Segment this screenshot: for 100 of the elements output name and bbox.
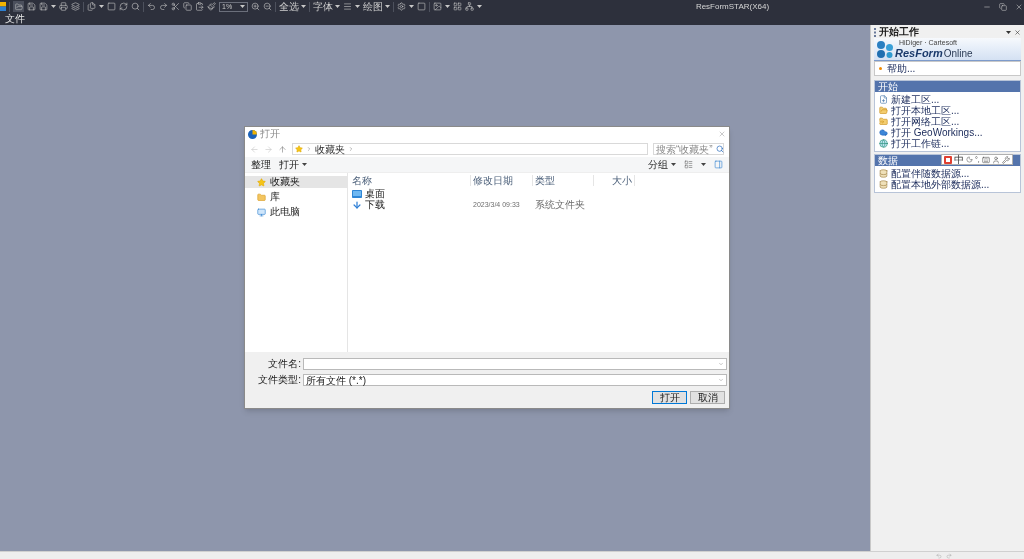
file-type-combo[interactable]: 所有文件 (*.*) (303, 374, 727, 386)
app-icon (248, 129, 257, 139)
panel-link[interactable]: 打开 GeoWorkings... (891, 127, 983, 138)
caret-icon[interactable] (301, 5, 306, 8)
folder-icon (14, 2, 23, 11)
undo-icon[interactable] (147, 2, 156, 11)
caret-icon[interactable] (355, 5, 360, 8)
caret-icon[interactable] (671, 163, 676, 166)
user-icon[interactable] (991, 155, 1000, 164)
caret-icon[interactable] (477, 5, 482, 8)
menu-item[interactable]: 文件 (0, 13, 30, 25)
wrench-icon[interactable] (1001, 155, 1010, 164)
zoom-in-icon[interactable] (251, 2, 260, 11)
ime-logo-icon[interactable] (944, 155, 952, 164)
caret-icon[interactable] (445, 5, 450, 8)
brand-suffix: Online (943, 47, 973, 60)
hierarchy-icon[interactable] (465, 2, 474, 11)
bullet-icon (879, 67, 882, 70)
preview-pane-icon[interactable] (714, 160, 723, 169)
caret-icon[interactable] (335, 5, 340, 8)
frame-icon[interactable] (107, 2, 116, 11)
close-icon[interactable] (1015, 2, 1023, 11)
gear-icon[interactable] (397, 2, 406, 11)
column-header[interactable]: 大小 (612, 175, 632, 186)
search-field[interactable]: 搜索“收藏夹” (653, 143, 724, 155)
caret-icon[interactable] (1006, 30, 1011, 34)
save-icon[interactable] (27, 2, 36, 11)
paste-icon[interactable] (195, 2, 204, 11)
command-button[interactable]: 打开 (279, 158, 307, 171)
help-link[interactable]: 帮助... (887, 62, 916, 75)
database-icon (879, 180, 888, 189)
column-header[interactable]: 类型 (535, 175, 555, 186)
frame-icon[interactable] (417, 2, 426, 11)
command-button[interactable]: 分组 (648, 158, 676, 171)
search-icon[interactable] (131, 2, 140, 11)
caret-icon[interactable] (302, 163, 307, 166)
nav-item[interactable]: 收藏夹 (245, 176, 347, 188)
copy-icon[interactable] (183, 2, 192, 11)
brush-icon[interactable] (207, 2, 216, 11)
font-menu[interactable]: 字体 (313, 0, 340, 13)
nav-label: 库 (270, 191, 280, 203)
printer-icon[interactable] (59, 2, 68, 11)
layers-icon[interactable] (71, 2, 80, 11)
cut-icon[interactable] (171, 2, 180, 11)
restore-icon[interactable] (999, 2, 1007, 11)
command-button[interactable]: 整理 (251, 158, 271, 171)
panel-link[interactable]: 新建工区... (891, 94, 940, 105)
panel-link[interactable]: 配置本地外部数据源... (891, 179, 990, 190)
file-name[interactable]: 桌面 (365, 188, 385, 199)
redo-icon[interactable] (159, 2, 168, 11)
panel-title: 开始工作 (879, 26, 919, 38)
column-header[interactable]: 名称 (352, 175, 372, 186)
caret-icon[interactable] (701, 163, 706, 166)
caret-icon[interactable] (51, 5, 56, 8)
nav-label: 收藏夹 (270, 176, 300, 188)
file-name-label: 文件名: (267, 358, 302, 370)
up-arrow-icon[interactable] (278, 144, 287, 154)
refresh-icon[interactable] (119, 2, 128, 11)
chevron-icon (306, 146, 312, 152)
new-file-icon (879, 95, 888, 104)
file-name[interactable]: 下载 (365, 199, 385, 210)
file-type: 系统文件夹 (535, 199, 585, 210)
molecule-logo-icon (877, 40, 893, 58)
open-button[interactable] (13, 1, 24, 12)
breadcrumb-item[interactable]: 收藏夹 (315, 143, 345, 155)
caret-icon[interactable] (99, 5, 104, 8)
moon-icon[interactable] (966, 156, 973, 163)
address-bar[interactable]: 收藏夹 (292, 143, 648, 155)
caret-icon[interactable] (385, 5, 390, 8)
globe-icon (879, 139, 888, 148)
draw-menu[interactable]: 绘图 (363, 0, 390, 13)
caret-icon[interactable] (409, 5, 414, 8)
window-title: ResFormSTAR(X64) (695, 1, 770, 12)
select-menu[interactable]: 全选 (279, 0, 306, 13)
caret-icon[interactable] (240, 5, 245, 8)
nav-label: 此电脑 (270, 206, 300, 218)
file-type-label: 文件类型: (257, 374, 302, 386)
search-icon (716, 145, 724, 153)
image-icon[interactable] (433, 2, 442, 11)
app-logo-icon[interactable] (0, 2, 6, 11)
folder-icon (257, 192, 266, 202)
save-as-icon[interactable] (39, 2, 48, 11)
keyboard-icon[interactable] (981, 155, 990, 164)
column-header[interactable]: 修改日期 (473, 175, 513, 186)
download-arrow-icon (352, 199, 362, 210)
ime-mode[interactable]: 中 (954, 154, 964, 165)
grid-icon[interactable] (453, 2, 462, 11)
star-icon (295, 145, 303, 153)
folder-icon (879, 106, 888, 115)
panel-link[interactable]: 打开网络工区... (891, 116, 960, 127)
panel-link[interactable]: 打开本地工区... (891, 105, 960, 116)
panel-link[interactable]: 配置伴随数据源... (891, 168, 970, 179)
pages-icon[interactable] (87, 2, 96, 11)
panel-link[interactable]: 打开工作链... (891, 138, 950, 149)
align-icon[interactable] (343, 2, 352, 11)
view-icon[interactable] (684, 160, 693, 169)
zoom-out-icon[interactable] (263, 2, 272, 11)
dialog-button[interactable]: 取消 (690, 391, 725, 404)
dialog-title: 打开 (260, 128, 280, 140)
dialog-button[interactable]: 打开 (652, 391, 687, 404)
